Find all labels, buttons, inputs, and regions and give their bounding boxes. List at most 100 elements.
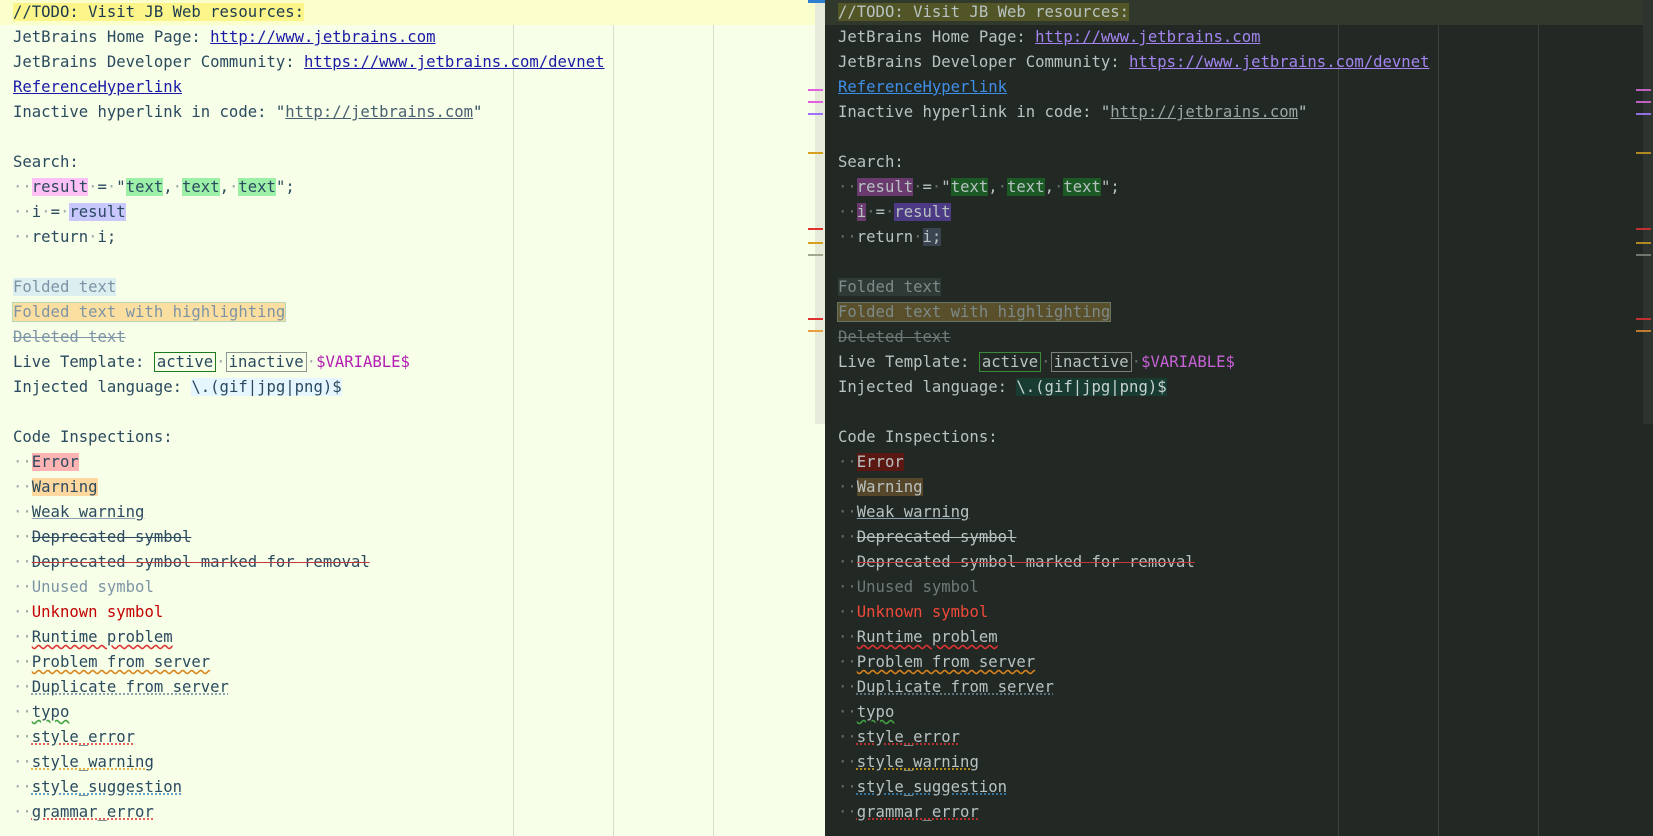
inspection-error: ··Error [838, 453, 904, 471]
folded-text-line: Folded text [838, 275, 942, 300]
stripe-mark [1636, 242, 1651, 244]
injected-code: \.(gif|jpg|png)$ [191, 378, 342, 396]
inspections-heading: Code Inspections: [13, 428, 173, 446]
scroll-position-marker [808, 0, 825, 3]
inspection-style-suggestion: ··style_suggestion [838, 778, 1007, 796]
folded-text-highlighted[interactable]: Folded text with highlighting [836, 302, 1112, 322]
inspection-style-warning: ··style_warning [13, 753, 154, 771]
live-template-active[interactable]: active [153, 352, 217, 372]
search-result-line: ··result·=·"text,·text,·text"; [838, 178, 1120, 196]
stripe-mark [1636, 152, 1651, 154]
community-link[interactable]: https://www.jetbrains.com/devnet [304, 53, 604, 71]
community-line: JetBrains Developer Community: https://w… [838, 53, 1430, 71]
live-template-active[interactable]: active [978, 352, 1042, 372]
todo-line: //TODO: Visit JB Web resources: [13, 0, 305, 25]
right-margin-guide [1438, 0, 1439, 836]
stripe-mark [808, 101, 823, 103]
home-page-line: JetBrains Home Page: http://www.jetbrain… [13, 28, 436, 46]
search-definition: result [31, 178, 89, 196]
search-hit: text [1007, 178, 1045, 196]
search-definition: result [856, 178, 914, 196]
stripe-mark [1636, 89, 1651, 91]
inspection-grammar-error: ··grammar_error [13, 803, 154, 821]
indent-guide [513, 0, 514, 836]
inspection-style-error: ··style_error [838, 728, 961, 746]
reference-hyperlink[interactable]: ReferenceHyperlink [13, 78, 182, 96]
inspections-heading: Code Inspections: [838, 428, 998, 446]
search-result-line: ··result·=·"text,·text,·text"; [13, 178, 295, 196]
inspection-deprecated-removal: ··Deprecated symbol marked for removal [13, 553, 370, 571]
inactive-hyperlink[interactable]: http://jetbrains.com [285, 103, 473, 121]
home-page-link[interactable]: http://www.jetbrains.com [210, 28, 435, 46]
search-hit: text [125, 178, 164, 196]
inspection-style-suggestion: ··style_suggestion [13, 778, 182, 796]
todo-comment: //TODO: Visit JB Web resources: [13, 3, 305, 21]
editor-pane-light[interactable]: //TODO: Visit JB Web resources: JetBrain… [0, 0, 825, 836]
reference-hyperlink[interactable]: ReferenceHyperlink [838, 78, 1007, 96]
folded-text-line: Folded text [13, 275, 117, 300]
inspection-error: ··Error [13, 453, 79, 471]
deleted-text-line: Deleted text [838, 325, 951, 350]
deleted-text: Deleted text [838, 328, 951, 346]
home-page-link[interactable]: http://www.jetbrains.com [1035, 28, 1260, 46]
inactive-hyperlink[interactable]: http://jetbrains.com [1110, 103, 1298, 121]
inspection-weak-warning: ··Weak warning [838, 503, 970, 521]
community-link[interactable]: https://www.jetbrains.com/devnet [1129, 53, 1429, 71]
scrollbar-track[interactable] [815, 0, 825, 424]
inspection-weak-warning: ··Weak warning [13, 503, 145, 521]
live-template-inactive[interactable]: inactive [225, 352, 307, 372]
inspection-grammar-error: ··grammar_error [838, 803, 979, 821]
folded-text[interactable]: Folded text [838, 278, 942, 296]
live-template-line: Live Template: active · inactive ·$VARIABLE… [13, 352, 410, 372]
error-stripe[interactable] [1634, 0, 1653, 836]
inspection-unused: ··Unused symbol [13, 578, 154, 596]
injected-language-line: Injected language: \.(gif|jpg|png)$ [13, 378, 342, 396]
live-template-line: Live Template: active · inactive ·$VARIABLE… [838, 352, 1235, 372]
live-template-variable: $VARIABLE$ [316, 353, 410, 371]
folded-highlight-line: Folded text with highlighting [836, 300, 1112, 325]
inspection-unknown: ··Unknown symbol [13, 603, 164, 621]
inspection-deprecated: ··Deprecated symbol [13, 528, 192, 546]
stripe-mark [808, 113, 823, 115]
todo-comment: //TODO: Visit JB Web resources: [838, 3, 1130, 21]
stripe-mark [1636, 330, 1651, 332]
editor-pane-dark[interactable]: //TODO: Visit JB Web resources: JetBrain… [825, 0, 1653, 836]
right-margin-guide [613, 0, 614, 836]
search-hit: text [238, 178, 276, 196]
folded-text[interactable]: Folded text [13, 278, 117, 296]
inspection-deprecated: ··Deprecated symbol [838, 528, 1017, 546]
stripe-mark [808, 152, 823, 154]
search-heading: Search: [13, 153, 79, 171]
inspection-server-problem: ··Problem from server [838, 653, 1036, 671]
live-template-inactive[interactable]: inactive [1050, 352, 1132, 372]
search-assign-line: ··i·=·result [13, 203, 126, 221]
reference-hyperlink-line: ReferenceHyperlink [13, 75, 182, 100]
visual-guide [1538, 0, 1539, 836]
todo-line: //TODO: Visit JB Web resources: [838, 0, 1130, 25]
inspection-style-error: ··style_error [13, 728, 136, 746]
search-usage: result [69, 203, 126, 221]
inspection-typo: ··typo [13, 703, 70, 721]
folded-text-highlighted[interactable]: Folded text with highlighting [11, 302, 287, 322]
stripe-mark [1636, 228, 1651, 230]
home-page-line: JetBrains Home Page: http://www.jetbrain… [838, 28, 1261, 46]
stripe-mark [808, 89, 823, 91]
community-line: JetBrains Developer Community: https://w… [13, 53, 605, 71]
deleted-text: Deleted text [13, 328, 126, 346]
stripe-mark [1636, 318, 1651, 320]
error-stripe[interactable] [806, 0, 825, 836]
injected-language-line: Injected language: \.(gif|jpg|png)$ [838, 378, 1167, 396]
stripe-mark [808, 228, 823, 230]
search-usage: result [894, 203, 951, 221]
inactive-hyperlink-line: Inactive hyperlink in code: "http://jetb… [838, 103, 1308, 121]
inspection-deprecated-removal: ··Deprecated symbol marked for removal [838, 553, 1195, 571]
visual-guide [713, 0, 714, 836]
scrollbar-track[interactable] [1643, 0, 1653, 424]
inspection-style-warning: ··style_warning [838, 753, 979, 771]
reference-hyperlink-line: ReferenceHyperlink [838, 75, 1007, 100]
stripe-mark [1636, 254, 1651, 256]
search-hit: text [182, 178, 220, 196]
indent-guide [1338, 0, 1339, 836]
live-template-variable: $VARIABLE$ [1141, 353, 1235, 371]
deleted-text-line: Deleted text [13, 325, 126, 350]
